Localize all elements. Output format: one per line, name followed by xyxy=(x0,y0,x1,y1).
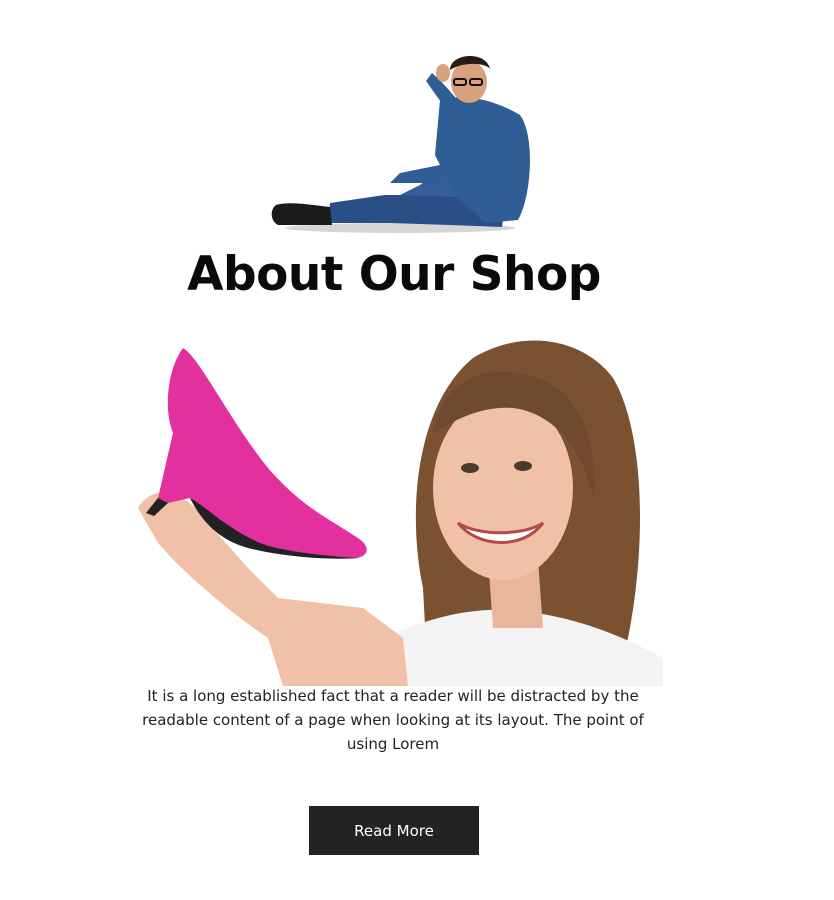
woman-eye-right xyxy=(514,461,532,471)
man-sitting-image xyxy=(271,55,530,233)
woman-eye-left xyxy=(461,463,479,473)
woman-holding-shoe-image xyxy=(138,340,663,686)
about-description: It is a long established fact that a rea… xyxy=(142,687,644,753)
read-more-button[interactable]: Read More xyxy=(309,806,479,855)
man-hand xyxy=(436,64,450,82)
about-section: About Our Shop It is a long established … xyxy=(0,0,834,900)
man-shoe xyxy=(271,203,332,225)
page-title: About Our Shop xyxy=(187,247,601,302)
